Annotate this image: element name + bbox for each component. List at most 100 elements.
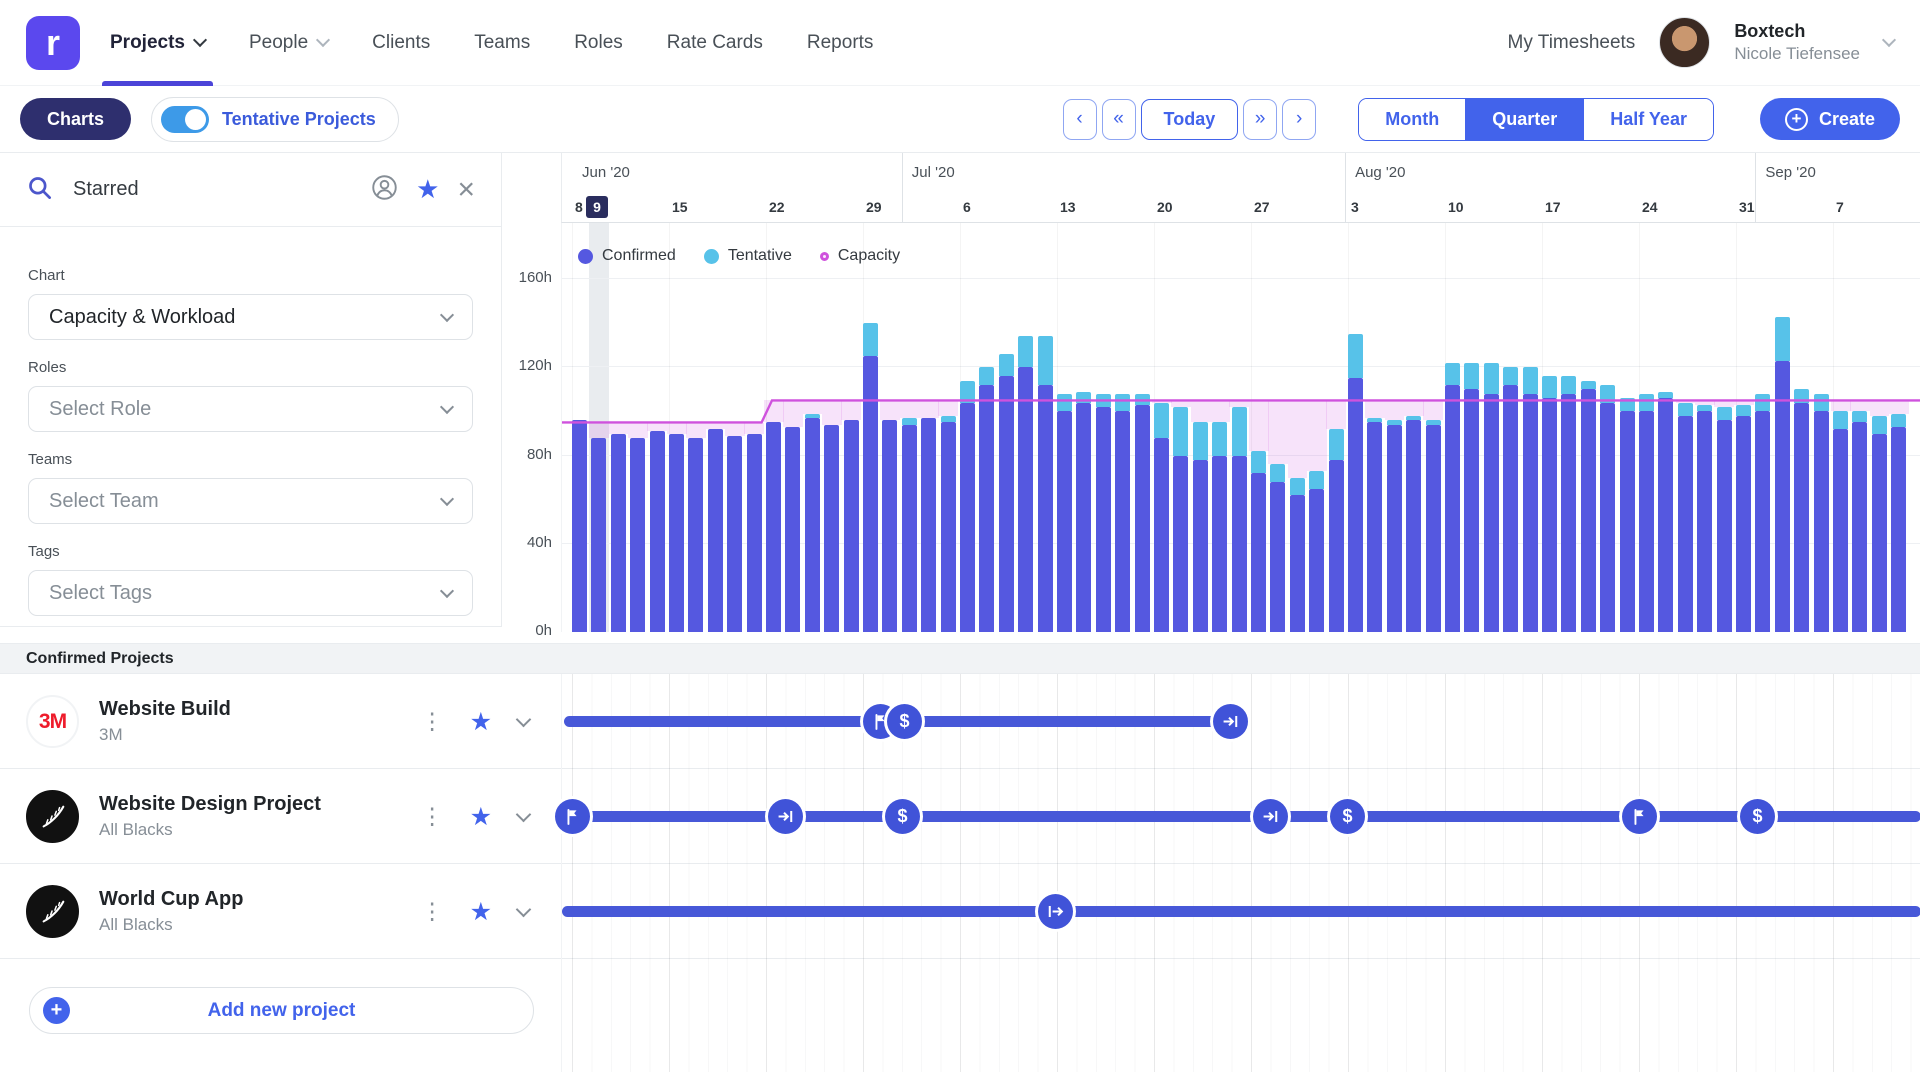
confirmed-bar[interactable] (1309, 489, 1324, 632)
tentative-bar[interactable] (1852, 411, 1867, 422)
zoom-option-half-year[interactable]: Half Year (1583, 99, 1713, 140)
confirmed-bar[interactable] (1154, 438, 1169, 632)
tentative-bar[interactable] (1523, 367, 1538, 394)
confirmed-bar[interactable] (591, 438, 606, 632)
avatar[interactable] (1659, 17, 1710, 68)
create-button[interactable]: + Create (1760, 98, 1900, 140)
nav-item-people[interactable]: People (249, 0, 328, 86)
tentative-bar[interactable] (1348, 334, 1363, 378)
search-icon[interactable] (26, 174, 53, 206)
milestone-arrow-end[interactable] (1253, 799, 1288, 834)
tentative-bar[interactable] (1445, 363, 1460, 385)
tentative-bar[interactable] (1697, 405, 1712, 412)
confirmed-bar[interactable] (1193, 460, 1208, 632)
tentative-bar[interactable] (805, 414, 820, 418)
star-icon[interactable]: ★ (470, 802, 492, 832)
confirmed-bar[interactable] (1620, 411, 1635, 632)
confirmed-bar[interactable] (1329, 460, 1344, 632)
confirmed-bar[interactable] (1426, 425, 1441, 632)
confirmed-bar[interactable] (611, 434, 626, 633)
tentative-bar[interactable] (863, 323, 878, 356)
tentative-bar[interactable] (1096, 394, 1111, 407)
tentative-bar[interactable] (1290, 478, 1305, 496)
tentative-bar[interactable] (1620, 398, 1635, 411)
tentative-bar[interactable] (1814, 394, 1829, 412)
confirmed-bar[interactable] (1115, 411, 1130, 632)
tentative-bar[interactable] (1115, 394, 1130, 412)
project-timeline-bar[interactable] (562, 811, 1920, 822)
confirmed-bar[interactable] (1872, 434, 1887, 633)
milestone-dollar[interactable]: $ (885, 799, 920, 834)
confirmed-bar[interactable] (1523, 394, 1538, 632)
confirmed-bar[interactable] (1484, 394, 1499, 632)
filter-select-chart[interactable]: Capacity & Workload (28, 294, 473, 340)
nav-item-projects[interactable]: Projects (110, 0, 205, 86)
confirmed-bar[interactable] (824, 425, 839, 632)
tentative-bar[interactable] (1406, 416, 1421, 420)
confirmed-bar[interactable] (1464, 389, 1479, 632)
tentative-bar[interactable] (1018, 336, 1033, 367)
confirmed-bar[interactable] (1755, 411, 1770, 632)
tentative-bar[interactable] (1542, 376, 1557, 398)
confirmed-bar[interactable] (1581, 389, 1596, 632)
tentative-bar[interactable] (902, 418, 917, 425)
person-icon[interactable] (371, 174, 398, 206)
filter-select-tags[interactable]: Select Tags (28, 570, 473, 616)
tentative-bar[interactable] (1367, 418, 1382, 422)
confirmed-bar[interactable] (1600, 403, 1615, 632)
confirmed-bar[interactable] (1270, 482, 1285, 632)
confirmed-bar[interactable] (844, 420, 859, 632)
confirmed-bar[interactable] (727, 436, 742, 632)
nav-item-rate-cards[interactable]: Rate Cards (667, 0, 763, 86)
confirmed-bar[interactable] (921, 418, 936, 632)
confirmed-bar[interactable] (999, 376, 1014, 632)
confirmed-bar[interactable] (1697, 411, 1712, 632)
tentative-bar[interactable] (1154, 403, 1169, 438)
tentative-bar[interactable] (960, 381, 975, 403)
pager-next-button-0[interactable]: » (1243, 99, 1277, 140)
confirmed-bar[interactable] (1387, 425, 1402, 632)
confirmed-bar[interactable] (1717, 420, 1732, 632)
filter-select-teams[interactable]: Select Team (28, 478, 473, 524)
tentative-bar[interactable] (1755, 394, 1770, 412)
tentative-bar[interactable] (1503, 367, 1518, 385)
nav-item-clients[interactable]: Clients (372, 0, 430, 86)
confirmed-bar[interactable] (1406, 420, 1421, 632)
close-icon[interactable]: × (457, 175, 475, 205)
confirmed-bar[interactable] (941, 422, 956, 632)
tentative-bar[interactable] (1678, 403, 1693, 416)
confirmed-bar[interactable] (1018, 367, 1033, 632)
chevron-down-icon[interactable] (1882, 33, 1896, 47)
milestone-flag[interactable] (555, 799, 590, 834)
confirmed-bar[interactable] (669, 434, 684, 633)
nav-item-teams[interactable]: Teams (474, 0, 530, 86)
chevron-down-icon[interactable] (516, 901, 532, 917)
confirmed-bar[interactable] (1891, 427, 1906, 632)
star-icon[interactable]: ★ (470, 707, 492, 737)
tentative-bar[interactable] (1658, 392, 1673, 399)
confirmed-bar[interactable] (650, 431, 665, 632)
confirmed-bar[interactable] (1251, 473, 1266, 632)
project-timeline-bar[interactable] (562, 906, 1920, 917)
tentative-bar[interactable] (999, 354, 1014, 376)
confirmed-bar[interactable] (1775, 361, 1790, 632)
confirmed-bar[interactable] (1678, 416, 1693, 632)
confirmed-bar[interactable] (1794, 403, 1809, 632)
milestone-dollar[interactable]: $ (1740, 799, 1775, 834)
account-info[interactable]: Boxtech Nicole Tiefensee (1734, 21, 1860, 64)
tentative-bar[interactable] (1872, 416, 1887, 434)
confirmed-bar[interactable] (1057, 411, 1072, 632)
tentative-bar[interactable] (1387, 420, 1402, 424)
tentative-bar[interactable] (1038, 336, 1053, 385)
star-icon[interactable]: ★ (470, 897, 492, 927)
tentative-toggle-switch[interactable] (161, 106, 209, 133)
confirmed-bar[interactable] (747, 434, 762, 633)
milestone-arrow-end[interactable] (768, 799, 803, 834)
my-timesheets-link[interactable]: My Timesheets (1508, 32, 1636, 54)
add-new-project-button[interactable]: + Add new project (29, 987, 534, 1034)
filter-select-roles[interactable]: Select Role (28, 386, 473, 432)
tentative-bar[interactable] (1833, 411, 1848, 429)
confirmed-bar[interactable] (863, 356, 878, 632)
confirmed-bar[interactable] (1232, 456, 1247, 633)
confirmed-bar[interactable] (1445, 385, 1460, 632)
